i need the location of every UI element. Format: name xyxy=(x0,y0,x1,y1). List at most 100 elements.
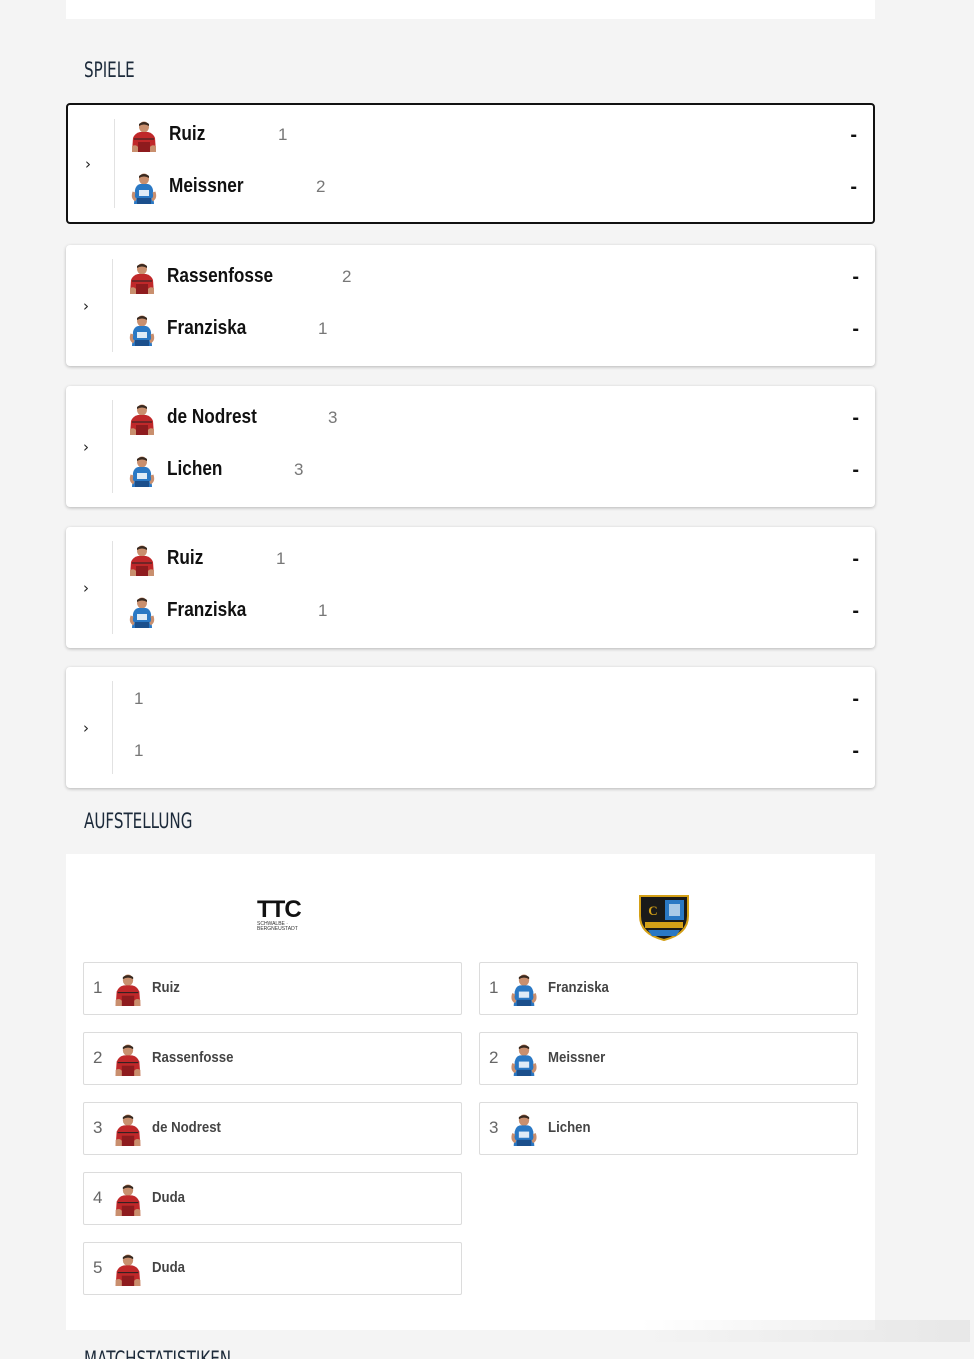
away-player-row: Franziska 1 - xyxy=(128,314,859,346)
score: - xyxy=(852,548,859,570)
player-name: Lichen xyxy=(167,458,223,480)
lineup-number: 3 xyxy=(489,1118,499,1137)
player-name: Meissner xyxy=(169,175,244,197)
lineup-item[interactable]: 3 de Nodrest xyxy=(83,1102,462,1155)
away-player-row: Franziska 1 - xyxy=(128,596,859,628)
away-team-crest-icon: C xyxy=(639,895,689,942)
lineup-item[interactable]: 2 Rassenfosse xyxy=(83,1032,462,1085)
player-name: Rassenfosse xyxy=(167,265,274,287)
player-seed: 1 xyxy=(318,319,328,338)
player-red-jersey-icon xyxy=(113,1253,143,1286)
lineup-item[interactable]: 2 Meissner xyxy=(479,1032,858,1085)
score: - xyxy=(852,459,859,481)
chevron-right-icon[interactable]: › xyxy=(85,156,99,171)
player-blue-jersey-icon xyxy=(509,1113,539,1146)
match-card[interactable]: › 1 - 1 - xyxy=(66,667,875,788)
lineup-number: 4 xyxy=(93,1188,103,1207)
player-red-jersey-icon xyxy=(128,403,156,435)
lineup-number: 1 xyxy=(489,978,499,997)
lineup-item[interactable]: 5 Duda xyxy=(83,1242,462,1295)
match-card[interactable]: › de Nodrest 3 - Lichen 3 - xyxy=(66,386,875,507)
away-player-row: Lichen 3 - xyxy=(128,455,859,487)
chevron-right-icon[interactable]: › xyxy=(83,298,97,313)
player-name: Franziska xyxy=(167,317,247,339)
player-name: Franziska xyxy=(167,599,247,621)
score: - xyxy=(852,318,859,340)
player-blue-jersey-icon xyxy=(130,172,158,204)
home-logo-subtext: SCHWALBE · BERGNEUSTADT xyxy=(257,921,298,932)
lineup-panel: TTC SCHWALBE · BERGNEUSTADT C 1 Ruiz 2 R… xyxy=(66,854,875,1330)
player-seed: 1 xyxy=(278,125,288,144)
player-blue-jersey-icon xyxy=(509,973,539,1006)
divider xyxy=(114,119,115,208)
divider xyxy=(112,541,113,634)
home-player-row: Ruiz 1 - xyxy=(130,120,857,152)
chevron-right-icon[interactable]: › xyxy=(83,580,97,595)
player-seed: 2 xyxy=(342,267,352,286)
score: - xyxy=(852,740,859,762)
scroll-overlay xyxy=(640,1320,970,1342)
lineup-item[interactable]: 3 Lichen xyxy=(479,1102,858,1155)
lineup-name: Duda xyxy=(152,1189,185,1206)
home-player-row: Rassenfosse 2 - xyxy=(128,262,859,294)
lineup-name: de Nodrest xyxy=(152,1119,221,1136)
lineup-number: 2 xyxy=(93,1048,103,1067)
lineup-number: 5 xyxy=(93,1258,103,1277)
player-seed: 1 xyxy=(318,601,328,620)
lineup-number: 2 xyxy=(489,1048,499,1067)
player-red-jersey-icon xyxy=(128,544,156,576)
previous-section-card xyxy=(66,0,875,19)
chevron-right-icon[interactable]: › xyxy=(83,720,97,735)
player-seed: 3 xyxy=(294,460,304,479)
match-card[interactable]: › Rassenfosse 2 - Franziska 1 - xyxy=(66,245,875,366)
section-title-lineup: AUFSTELLUNG xyxy=(84,809,193,833)
lineup-name: Ruiz xyxy=(152,979,180,996)
lineup-name: Lichen xyxy=(548,1119,591,1136)
home-logo-text: TTC xyxy=(257,896,302,923)
player-seed: 3 xyxy=(328,408,338,427)
svg-text:C: C xyxy=(648,903,657,918)
player-seed: 1 xyxy=(134,689,144,708)
lineup-name: Duda xyxy=(152,1259,185,1276)
section-title-games: SPIELE xyxy=(84,58,135,82)
lineup-number: 3 xyxy=(93,1118,103,1137)
home-player-row: 1 - xyxy=(128,684,859,716)
home-team-logo: TTC SCHWALBE · BERGNEUSTADT xyxy=(257,896,302,934)
home-player-row: Ruiz 1 - xyxy=(128,544,859,576)
divider xyxy=(112,681,113,774)
player-blue-jersey-icon xyxy=(128,596,156,628)
player-name: de Nodrest xyxy=(167,406,257,428)
score: - xyxy=(852,688,859,710)
player-red-jersey-icon xyxy=(130,120,158,152)
player-seed: 1 xyxy=(134,741,144,760)
lineup-item[interactable]: 4 Duda xyxy=(83,1172,462,1225)
divider xyxy=(112,259,113,352)
player-seed: 2 xyxy=(316,177,326,196)
player-red-jersey-icon xyxy=(113,1113,143,1146)
lineup-name: Meissner xyxy=(548,1049,606,1066)
player-red-jersey-icon xyxy=(113,1183,143,1216)
player-name: Ruiz xyxy=(169,123,206,145)
match-card[interactable]: › Ruiz 1 - Meissner 2 - xyxy=(66,103,875,224)
divider xyxy=(112,400,113,493)
lineup-number: 1 xyxy=(93,978,103,997)
lineup-name: Rassenfosse xyxy=(152,1049,234,1066)
score: - xyxy=(850,124,857,146)
section-title-stats: MATCHSTATISTIKEN xyxy=(84,1347,232,1359)
lineup-item[interactable]: 1 Ruiz xyxy=(83,962,462,1015)
player-blue-jersey-icon xyxy=(509,1043,539,1076)
match-card[interactable]: › Ruiz 1 - Franziska 1 - xyxy=(66,527,875,648)
lineup-item[interactable]: 1 Franziska xyxy=(479,962,858,1015)
home-player-row: de Nodrest 3 - xyxy=(128,403,859,435)
score: - xyxy=(850,176,857,198)
lineup-name: Franziska xyxy=(548,979,609,996)
away-player-row: Meissner 2 - xyxy=(130,172,857,204)
player-red-jersey-icon xyxy=(128,262,156,294)
player-red-jersey-icon xyxy=(113,973,143,1006)
score: - xyxy=(852,407,859,429)
player-blue-jersey-icon xyxy=(128,314,156,346)
player-red-jersey-icon xyxy=(113,1043,143,1076)
player-blue-jersey-icon xyxy=(128,455,156,487)
player-name: Ruiz xyxy=(167,547,204,569)
chevron-right-icon[interactable]: › xyxy=(83,439,97,454)
